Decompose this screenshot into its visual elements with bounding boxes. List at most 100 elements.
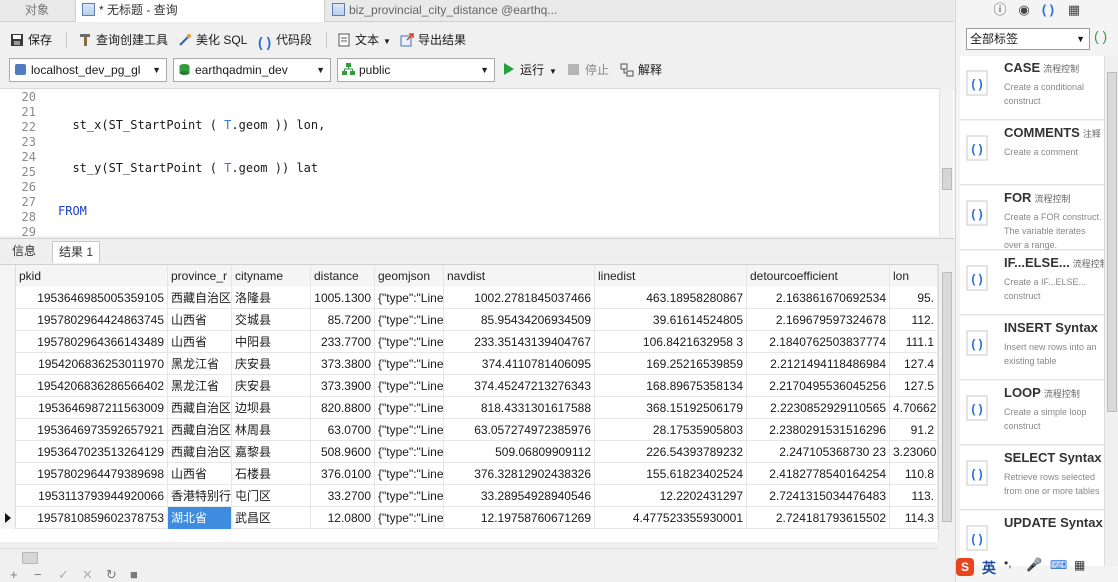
- table-cell[interactable]: 西藏自治区: [168, 419, 232, 441]
- table-cell[interactable]: 226.54393789232: [595, 441, 747, 463]
- table-cell[interactable]: {"type":"Line: [375, 309, 444, 331]
- table-cell[interactable]: 1953646987211563009: [16, 397, 168, 419]
- table-cell[interactable]: 106.8421632958 3: [595, 331, 747, 353]
- table-cell[interactable]: 91.2: [890, 419, 938, 441]
- explain-button[interactable]: 解释: [620, 60, 662, 80]
- table-cell[interactable]: 113.: [890, 485, 938, 507]
- table-cell[interactable]: 12.0800: [311, 507, 375, 529]
- preview-icon[interactable]: ◉: [1016, 2, 1032, 18]
- column-header[interactable]: detourcoefficient: [747, 265, 890, 287]
- table-cell[interactable]: 中阳县: [232, 331, 311, 353]
- table-cell[interactable]: 33.2700: [311, 485, 375, 507]
- row-marker[interactable]: [0, 507, 16, 529]
- tab-objects[interactable]: 对象: [0, 0, 74, 22]
- table-cell[interactable]: 2.1840762503837774: [747, 331, 890, 353]
- table-cell[interactable]: 818.4331301617588: [444, 397, 595, 419]
- snippet-scroll-thumb[interactable]: [1107, 72, 1117, 412]
- snippet-item[interactable]: ( ) FOR 流程控制 Create a FOR construct. The va…: [960, 186, 1104, 250]
- table-cell[interactable]: {"type":"Line: [375, 353, 444, 375]
- table-cell[interactable]: 169.25216539859: [595, 353, 747, 375]
- snippet-item[interactable]: ( ) IF...ELSE...流程控制 Create a IF...ELSE...…: [960, 251, 1104, 315]
- connection-select[interactable]: localhost_dev_pg_gl ▼: [9, 58, 167, 82]
- column-header[interactable]: cityname: [232, 265, 311, 287]
- table-cell[interactable]: 香港特别行: [168, 485, 232, 507]
- stop-refresh-icon[interactable]: ■: [130, 568, 138, 582]
- row-marker[interactable]: [0, 441, 16, 463]
- column-header[interactable]: pkid: [16, 265, 168, 287]
- export-results-button[interactable]: 导出结果: [400, 30, 466, 50]
- table-cell[interactable]: 1002.2781845037466: [444, 287, 595, 309]
- table-cell[interactable]: 2.2121494118486984: [747, 353, 890, 375]
- grid-horizontal-scrollbar[interactable]: [0, 548, 938, 566]
- table-cell[interactable]: 山西省: [168, 331, 232, 353]
- table-cell[interactable]: 2.169679597324678: [747, 309, 890, 331]
- beautify-sql-button[interactable]: 美化 SQL: [178, 30, 247, 50]
- table-row[interactable]: 1953646987211563009 西藏自治区 边坝县 820.8800 {"typ…: [0, 397, 938, 419]
- microphone-icon[interactable]: 🎤: [1026, 557, 1042, 573]
- table-cell[interactable]: 石楼县: [232, 463, 311, 485]
- table-cell[interactable]: {"type":"Line: [375, 331, 444, 353]
- table-cell[interactable]: 168.89675358134: [595, 375, 747, 397]
- table-cell[interactable]: 509.06809909112: [444, 441, 595, 463]
- tab-query-untitled[interactable]: * 无标题 - 查询: [75, 0, 325, 22]
- table-cell[interactable]: 114.3: [890, 507, 938, 529]
- table-row[interactable]: 1957810859602378753 湖北省 武昌区 12.0800 {"type":…: [0, 507, 938, 529]
- table-row[interactable]: 1957802964424863745 山西省 交城县 85.7200 {"type":…: [0, 309, 938, 331]
- table-cell[interactable]: {"type":"Line: [375, 463, 444, 485]
- table-cell[interactable]: 1953113793944920066: [16, 485, 168, 507]
- table-cell[interactable]: 12.19758760671269: [444, 507, 595, 529]
- table-cell[interactable]: 2.163861670692534: [747, 287, 890, 309]
- sogou-logo-icon[interactable]: S: [956, 558, 974, 576]
- table-cell[interactable]: 1953647023513264129: [16, 441, 168, 463]
- grid-vertical-scrollbar[interactable]: [938, 264, 954, 542]
- table-row[interactable]: 1953113793944920066 香港特别行 屯门区 33.2700 {"type…: [0, 485, 938, 507]
- table-cell[interactable]: 63.0700: [311, 419, 375, 441]
- table-cell[interactable]: 95.: [890, 287, 938, 309]
- table-cell[interactable]: 2.4182778540164254: [747, 463, 890, 485]
- table-cell[interactable]: 黑龙江省: [168, 375, 232, 397]
- table-cell[interactable]: 2.247105368730 23: [747, 441, 890, 463]
- editor-scroll-thumb[interactable]: [942, 168, 952, 190]
- snippet-item[interactable]: ( ) CASE 流程控制 Create a conditional construc…: [960, 56, 1104, 120]
- sql-code[interactable]: st_x(ST_StartPoint ( T.geom )) lon, st_y…: [58, 89, 938, 236]
- table-row[interactable]: 1953646985005359105 西藏自治区 洛隆县 1005.1300 {"ty…: [0, 287, 938, 309]
- snippet-item[interactable]: ( ) LOOP 流程控制 Create a simple loop construc…: [960, 381, 1104, 445]
- table-cell[interactable]: 洛隆县: [232, 287, 311, 309]
- table-cell[interactable]: 233.35143139404767: [444, 331, 595, 353]
- stop-button[interactable]: 停止: [568, 60, 609, 80]
- column-header[interactable]: lon: [890, 265, 938, 287]
- table-cell[interactable]: 西藏自治区: [168, 397, 232, 419]
- table-cell[interactable]: 85.7200: [311, 309, 375, 331]
- table-cell[interactable]: 12.2202431297: [595, 485, 747, 507]
- table-cell[interactable]: 2.724181793615502: [747, 507, 890, 529]
- table-cell[interactable]: 463.18958280867: [595, 287, 747, 309]
- table-cell[interactable]: 1957802964424863745: [16, 309, 168, 331]
- column-header[interactable]: geomjson: [375, 265, 444, 287]
- table-cell[interactable]: 庆安县: [232, 375, 311, 397]
- code-snippet-icon[interactable]: ( ): [1040, 2, 1056, 18]
- column-header[interactable]: navdist: [444, 265, 595, 287]
- table-cell[interactable]: {"type":"Line: [375, 419, 444, 441]
- object-list-icon[interactable]: ▦: [1066, 2, 1082, 18]
- ime-language-label[interactable]: 英: [982, 558, 996, 578]
- apps-icon[interactable]: ▦: [1074, 558, 1085, 572]
- table-cell[interactable]: 39.61614524805: [595, 309, 747, 331]
- table-cell[interactable]: 林周县: [232, 419, 311, 441]
- table-cell[interactable]: 1954206836253011970: [16, 353, 168, 375]
- grid-vertical-scroll-thumb[interactable]: [942, 272, 952, 522]
- table-cell[interactable]: 西藏自治区: [168, 441, 232, 463]
- table-cell[interactable]: 374.45247213276343: [444, 375, 595, 397]
- table-cell[interactable]: {"type":"Line: [375, 441, 444, 463]
- table-cell[interactable]: 4.70662: [890, 397, 938, 419]
- table-cell[interactable]: 嘉黎县: [232, 441, 311, 463]
- table-cell[interactable]: 2.2380291531516296: [747, 419, 890, 441]
- keyboard-icon[interactable]: ⌨: [1050, 558, 1067, 572]
- code-snippet-button[interactable]: ( ) 代码段: [258, 30, 312, 50]
- table-cell[interactable]: 黑龙江省: [168, 353, 232, 375]
- row-marker[interactable]: [0, 419, 16, 441]
- table-cell[interactable]: 63.057274972385976: [444, 419, 595, 441]
- table-cell[interactable]: {"type":"Line: [375, 507, 444, 529]
- run-button[interactable]: 运行 ▼: [504, 60, 557, 80]
- editor-scrollbar[interactable]: [939, 88, 953, 236]
- table-cell[interactable]: 28.17535905803: [595, 419, 747, 441]
